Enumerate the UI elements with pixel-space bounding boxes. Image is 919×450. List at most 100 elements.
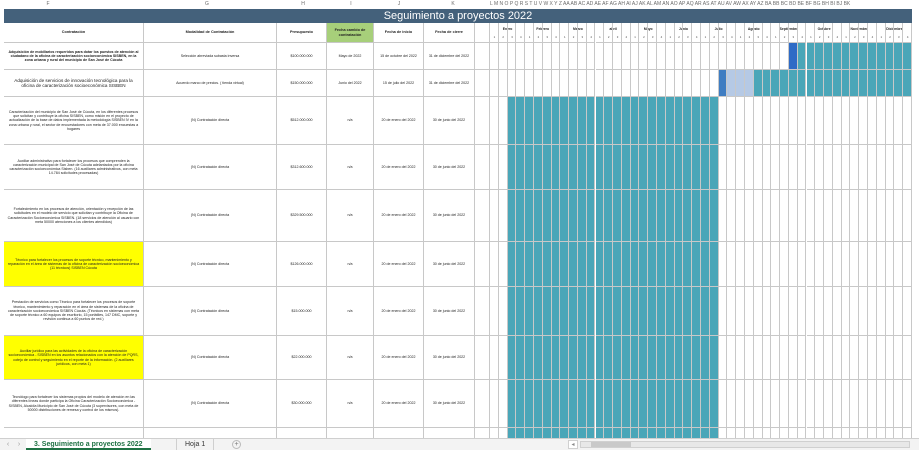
gantt-bar-cell[interactable]	[525, 287, 534, 336]
gantt-bar-cell[interactable]	[648, 145, 658, 190]
gantt-bar-cell[interactable]	[701, 242, 710, 287]
gantt-cell[interactable]	[832, 97, 842, 145]
gantt-bar-cell[interactable]	[525, 380, 534, 428]
row-7-contratacion[interactable]: Prestación de servicios como Técnico par…	[4, 287, 144, 336]
column-header-k[interactable]: K	[424, 0, 482, 8]
gantt-bar-cell[interactable]	[560, 336, 570, 380]
gantt-bar-cell[interactable]	[639, 287, 649, 336]
gantt-cell[interactable]	[595, 70, 605, 97]
gantt-bar-cell[interactable]	[551, 97, 561, 145]
gantt-cell[interactable]	[753, 190, 763, 242]
gantt-cell[interactable]	[771, 380, 781, 428]
gantt-cell[interactable]	[753, 242, 763, 287]
gantt-cell[interactable]	[850, 145, 860, 190]
gantt-bar-cell[interactable]	[841, 43, 851, 70]
gantt-bar-cell[interactable]	[692, 336, 701, 380]
gantt-cell[interactable]	[806, 145, 816, 190]
header-fecha-cambio[interactable]: Fecha cambio de contratación	[327, 23, 374, 43]
gantt-bar-cell[interactable]	[885, 43, 895, 70]
row-7-fecha-cierre[interactable]: 30 de junio del 2022	[424, 287, 475, 336]
gantt-bar-cell[interactable]	[859, 43, 869, 70]
gantt-cell[interactable]	[657, 70, 666, 97]
gantt-cell[interactable]	[525, 43, 534, 70]
gantt-bar-cell[interactable]	[604, 190, 614, 242]
gantt-cell[interactable]	[903, 145, 912, 190]
gantt-cell[interactable]	[753, 287, 763, 336]
gantt-cell[interactable]	[648, 43, 658, 70]
gantt-bar-cell[interactable]	[701, 336, 710, 380]
gantt-bar-cell[interactable]	[577, 287, 587, 336]
gantt-bar-cell[interactable]	[797, 43, 807, 70]
gantt-bar-cell[interactable]	[525, 336, 534, 380]
gantt-bar-cell[interactable]	[692, 145, 701, 190]
gantt-bar-cell[interactable]	[903, 70, 912, 97]
gantt-cell[interactable]	[868, 97, 877, 145]
gantt-cell[interactable]	[780, 145, 789, 190]
gantt-bar-cell[interactable]	[701, 190, 710, 242]
scrollbar-thumb[interactable]	[591, 442, 631, 447]
gantt-bar-cell[interactable]	[525, 145, 534, 190]
gantt-cell[interactable]	[780, 242, 789, 287]
gantt-bar-cell[interactable]	[586, 380, 596, 428]
gantt-cell[interactable]	[894, 190, 904, 242]
gantt-bar-cell[interactable]	[560, 190, 570, 242]
gantt-cell[interactable]	[718, 336, 728, 380]
gantt-cell[interactable]	[841, 190, 851, 242]
gantt-cell[interactable]	[859, 287, 869, 336]
gantt-cell[interactable]	[753, 43, 763, 70]
gantt-cell[interactable]	[815, 190, 825, 242]
row-7-fecha-cambio[interactable]: n/a	[327, 287, 374, 336]
gantt-cell[interactable]	[753, 145, 763, 190]
header-contratacion[interactable]: Contratación	[4, 23, 144, 43]
column-header-h[interactable]: H	[278, 0, 328, 8]
gantt-bar-cell[interactable]	[639, 190, 649, 242]
row-3-fecha-inicio[interactable]: 20 de enero del 2022	[374, 97, 424, 145]
gantt-bar-cell[interactable]	[683, 380, 693, 428]
gantt-bar-cell[interactable]	[613, 190, 622, 242]
gantt-cell[interactable]	[771, 43, 781, 70]
gantt-cell[interactable]	[560, 70, 570, 97]
gantt-bar-cell[interactable]	[736, 70, 745, 97]
gantt-bar-cell[interactable]	[613, 287, 622, 336]
gantt-cell[interactable]	[516, 43, 526, 70]
gantt-cell[interactable]	[498, 287, 508, 336]
gantt-cell[interactable]	[806, 380, 816, 428]
gantt-bar-cell[interactable]	[709, 97, 719, 145]
row-3-presupuesto[interactable]: $512.000.000	[277, 97, 327, 145]
gantt-cell[interactable]	[788, 336, 798, 380]
gantt-bar-cell[interactable]	[692, 287, 701, 336]
column-header-g[interactable]: G	[147, 0, 267, 8]
gantt-cell[interactable]	[490, 287, 499, 336]
gantt-bar-cell[interactable]	[876, 70, 886, 97]
header-fecha-inicio[interactable]: Fecha de inicio	[374, 23, 424, 43]
gantt-bar-cell[interactable]	[885, 70, 895, 97]
gantt-cell[interactable]	[674, 70, 684, 97]
gantt-cell[interactable]	[762, 97, 772, 145]
gantt-cell[interactable]	[815, 145, 825, 190]
gantt-cell[interactable]	[753, 97, 763, 145]
gantt-cell[interactable]	[841, 242, 851, 287]
gantt-bar-cell[interactable]	[621, 97, 631, 145]
gantt-bar-cell[interactable]	[507, 145, 517, 190]
gantt-cell[interactable]	[621, 70, 631, 97]
gantt-bar-cell[interactable]	[507, 380, 517, 428]
gantt-bar-cell[interactable]	[621, 380, 631, 428]
gantt-bar-cell[interactable]	[525, 190, 534, 242]
gantt-cell[interactable]	[762, 145, 772, 190]
row-1-presupuesto[interactable]: $100.000.000	[277, 43, 327, 70]
gantt-bar-cell[interactable]	[832, 43, 842, 70]
gantt-bar-cell[interactable]	[665, 190, 675, 242]
gantt-cell[interactable]	[885, 97, 895, 145]
gantt-cell[interactable]	[736, 336, 745, 380]
gantt-bar-cell[interactable]	[639, 336, 649, 380]
gantt-bar-cell[interactable]	[533, 287, 543, 336]
gantt-cell[interactable]	[815, 380, 825, 428]
gantt-bar-cell[interactable]	[762, 70, 772, 97]
gantt-cell[interactable]	[797, 145, 807, 190]
gantt-cell[interactable]	[815, 287, 825, 336]
gantt-cell[interactable]	[490, 336, 499, 380]
gantt-bar-cell[interactable]	[701, 287, 710, 336]
gantt-bar-cell[interactable]	[560, 242, 570, 287]
gantt-bar-cell[interactable]	[542, 97, 552, 145]
gantt-cell[interactable]	[744, 145, 754, 190]
